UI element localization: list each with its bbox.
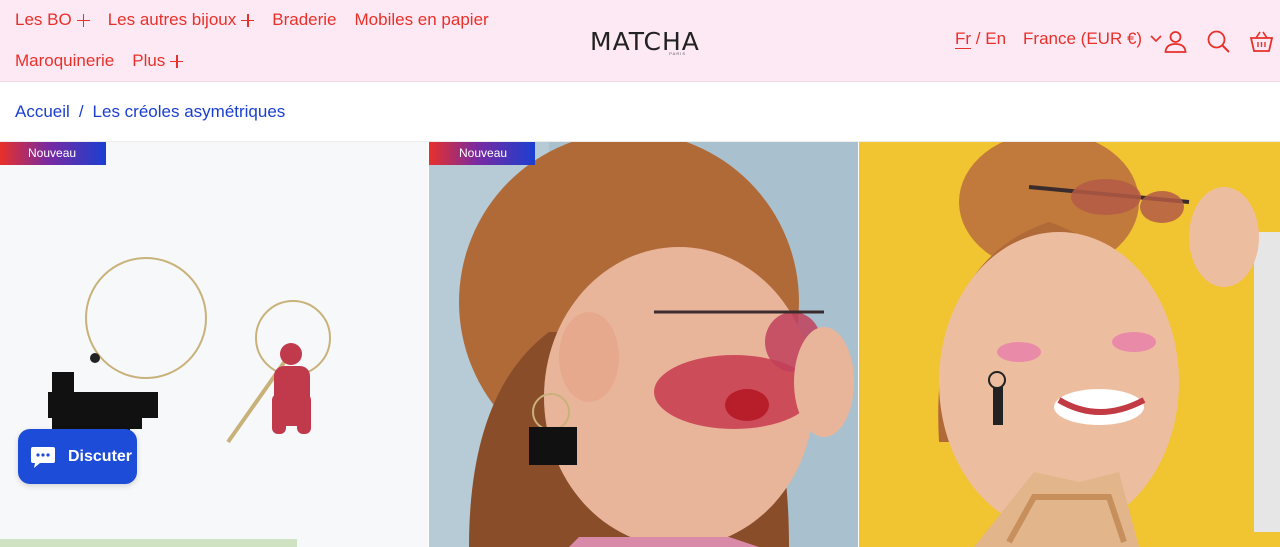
nav-item-autres-bijoux[interactable]: Les autres bijoux [108,9,255,31]
new-badge: Nouveau [0,142,106,165]
breadcrumb-separator: / [78,102,84,121]
site-header: Les BO Les autres bijoux Braderie Mobile… [0,0,1280,82]
breadcrumb-home-link[interactable]: Accueil [15,102,70,122]
nav-item-les-bo[interactable]: Les BO [15,9,90,31]
nav-item-label: Plus [132,51,166,70]
site-logo[interactable]: MATCHA PARIS [590,27,699,57]
nav-item-plus[interactable]: Plus [132,50,184,72]
new-badge: Nouveau [429,142,535,165]
logo-subtext: PARIS [669,51,686,56]
product-image-model-1 [429,142,858,547]
nav-row-1: Les BO Les autres bijoux Braderie Mobile… [15,9,489,31]
lang-fr-link[interactable]: Fr [955,29,971,48]
chevron-down-icon [1150,35,1162,43]
lang-separator: / [975,29,981,48]
cart-icon[interactable] [1249,29,1274,54]
header-icons [1163,29,1274,54]
lang-en-link[interactable]: En [985,29,1006,48]
nav-item-label: Les BO [15,10,72,29]
breadcrumb: Accueil / Les créoles asymétriques [15,102,285,122]
plus-icon [170,54,184,68]
plus-icon [241,13,255,27]
chat-bubble-icon [31,446,55,468]
chat-button[interactable]: Discuter [18,429,137,484]
breadcrumb-current[interactable]: Les créoles asymétriques [93,102,286,122]
nav-item-braderie[interactable]: Braderie [272,9,336,31]
nav-row-2: Maroquinerie Plus [15,50,184,72]
bottom-banner-strip [0,539,297,547]
product-image-model-2 [859,142,1280,547]
country-selector[interactable]: France (EUR €) [1023,29,1162,49]
product-card-1[interactable]: Nouveau [0,142,428,547]
language-switcher: Fr / En [955,28,1006,50]
account-icon[interactable] [1163,29,1188,54]
search-icon[interactable] [1206,29,1231,54]
nav-item-maroquinerie[interactable]: Maroquinerie [15,50,114,72]
nav-item-label: Braderie [272,10,337,29]
product-image-earrings [0,142,428,547]
nav-item-label: Les autres bijoux [107,10,237,29]
nav-item-mobiles-papier[interactable]: Mobiles en papier [355,9,489,31]
nav-item-label: Mobiles en papier [354,10,489,29]
nav-item-label: Maroquinerie [15,51,115,70]
chat-label: Discuter [68,447,133,465]
product-card-3[interactable] [859,142,1280,547]
country-label: France (EUR €) [1023,29,1143,48]
product-card-2[interactable]: Nouveau [429,142,858,547]
plus-icon [76,13,90,27]
header-right: Fr / En France (EUR €) [955,28,1162,50]
